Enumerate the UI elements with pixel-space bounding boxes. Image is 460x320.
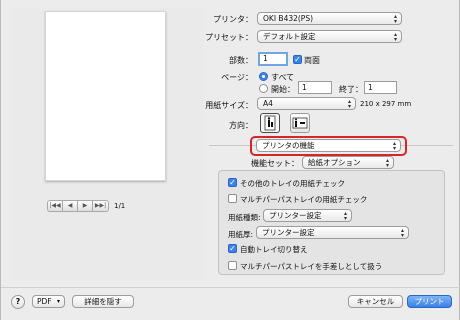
- preset-label: プリセット：: [205, 33, 253, 42]
- auto-tray-switch-checkbox[interactable]: ✓: [228, 244, 237, 253]
- landscape-button[interactable]: [290, 113, 310, 133]
- pdf-menu-button[interactable]: PDF ▾: [32, 295, 65, 308]
- hide-details-button[interactable]: 詳細を隠す: [72, 295, 134, 308]
- first-page-button[interactable]: |◀◀: [47, 200, 63, 212]
- collate-label: 両面: [304, 56, 320, 65]
- other-tray-check-label: その他のトレイの用紙チェック: [240, 179, 345, 188]
- media-type-label: 用紙種類:: [228, 213, 261, 222]
- other-tray-check-checkbox[interactable]: ✓: [228, 178, 237, 187]
- preset-popup[interactable]: デフォルト設定 ▴ ▾: [257, 30, 402, 43]
- mp-tray-check-checkbox[interactable]: [228, 194, 237, 203]
- prev-page-button[interactable]: ◀: [63, 200, 78, 212]
- highlight-box: [250, 136, 407, 156]
- media-type-popup[interactable]: プリンター設定 ▴ ▾: [263, 209, 352, 222]
- copies-field[interactable]: 1: [258, 52, 288, 66]
- mp-tray-check-label: マルチパーパストレイの用紙チェック: [240, 195, 368, 204]
- landscape-icon: [292, 117, 308, 129]
- portrait-icon: [264, 115, 276, 131]
- pdf-label: PDF: [37, 297, 52, 306]
- feature-set-popup[interactable]: 給紙オプション ▴ ▾: [302, 156, 394, 169]
- paper-size-label: 用紙サイズ：: [205, 101, 253, 110]
- from-field[interactable]: 1: [298, 81, 332, 94]
- orientation-label: 方向：: [229, 121, 253, 130]
- page-navigator: |◀◀ ◀ ▶ ▶▶|: [47, 200, 109, 212]
- paper-dimensions: 210 x 297 mm: [360, 100, 412, 108]
- page-count: 1/1: [114, 202, 126, 210]
- copies-label: 部数：: [229, 56, 253, 65]
- pages-label: ページ：: [221, 73, 253, 82]
- auto-tray-switch-label: 自動トレイ切り替え: [240, 245, 308, 254]
- media-weight-popup[interactable]: プリンター設定 ▴ ▾: [256, 226, 409, 239]
- next-page-button[interactable]: ▶: [78, 200, 93, 212]
- preview-pane: |◀◀ ◀ ▶ ▶▶| 1/1: [12, 8, 204, 279]
- cancel-button[interactable]: キャンセル: [348, 295, 403, 308]
- chevron-down-icon: ▾: [56, 298, 60, 305]
- to-label: 終了：: [339, 85, 363, 94]
- popup-arrows-icon: ▴ ▾: [393, 31, 397, 43]
- last-page-button[interactable]: ▶▶|: [93, 200, 109, 212]
- popup-arrows-icon: ▴ ▾: [343, 210, 347, 222]
- mp-manual-checkbox[interactable]: [228, 261, 237, 270]
- page-preview: [45, 11, 166, 181]
- preset-value: デフォルト設定: [263, 32, 316, 41]
- paper-size-value: A4: [263, 99, 273, 108]
- popup-arrows-icon: ▴ ▾: [347, 98, 351, 110]
- collate-checkbox[interactable]: ✓: [293, 55, 302, 64]
- popup-arrows-icon: ▴ ▾: [393, 13, 397, 25]
- media-weight-value: プリンター設定: [262, 228, 315, 237]
- paper-size-popup[interactable]: A4 ▴ ▾: [257, 97, 356, 110]
- feature-set-label: 機能セット：: [251, 159, 299, 168]
- portrait-button[interactable]: [260, 113, 280, 133]
- printer-label: プリンタ：: [213, 15, 253, 24]
- printer-value: OKI B432(PS): [263, 14, 314, 23]
- print-button[interactable]: プリント: [407, 295, 452, 308]
- pages-all-label: すべて: [271, 73, 295, 82]
- pages-all-radio[interactable]: [259, 72, 268, 81]
- feature-set-value: 給紙オプション: [308, 158, 361, 167]
- mp-manual-label: マルチパーパストレイを手差しとして扱う: [240, 262, 383, 271]
- help-button[interactable]: ?: [11, 295, 25, 309]
- printer-popup[interactable]: OKI B432(PS) ▴ ▾: [257, 12, 402, 25]
- media-weight-label: 用紙厚:: [228, 230, 254, 239]
- pages-range-radio[interactable]: [259, 84, 268, 93]
- from-label: 開始：: [271, 85, 295, 94]
- print-dialog: |◀◀ ◀ ▶ ▶▶| 1/1 プリンタ： OKI B432(PS) ▴ ▾ プリ…: [0, 0, 460, 320]
- media-type-value: プリンター設定: [269, 211, 322, 220]
- to-field[interactable]: 1: [364, 81, 397, 94]
- bottom-divider: [1, 287, 460, 288]
- popup-arrows-icon: ▴ ▾: [400, 227, 404, 239]
- popup-arrows-icon: ▴ ▾: [385, 157, 389, 169]
